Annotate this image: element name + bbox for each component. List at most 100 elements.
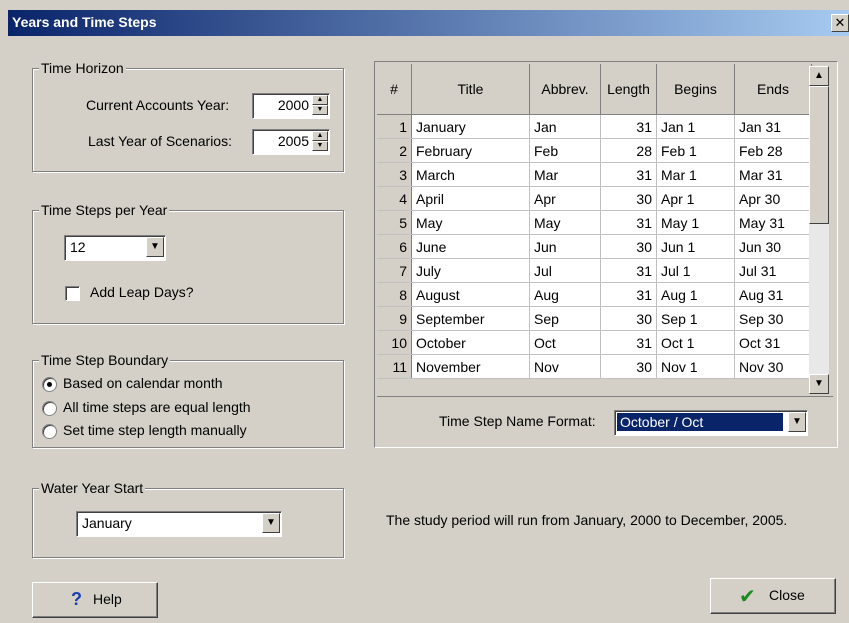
table-cell[interactable]: 3 [377,162,412,187]
table-cell[interactable]: 30 [600,234,657,259]
table-row[interactable]: 9 September Sep 30 Sep 1 Sep 30 [377,306,812,331]
table-cell[interactable]: Nov 1 [656,354,735,379]
table-cell[interactable]: Jun 30 [734,234,812,259]
table-cell[interactable]: 30 [600,186,657,211]
name-format-select[interactable]: October / Oct ▼ [614,410,808,436]
table-cell[interactable]: 2 [377,138,412,163]
table-cell[interactable]: April [411,186,530,211]
spin-down-icon[interactable]: ▼ [312,141,328,151]
table-row[interactable]: 2 February Feb 28 Feb 1 Feb 28 [377,138,812,163]
table-cell[interactable]: 11 [377,354,412,379]
add-leap-days-checkbox[interactable] [65,286,80,301]
table-cell[interactable]: 6 [377,234,412,259]
table-row[interactable]: 8 August Aug 31 Aug 1 Aug 31 [377,282,812,307]
spin-up-icon[interactable]: ▲ [312,131,328,141]
close-window-button[interactable]: ✕ [831,14,849,32]
column-header[interactable]: Begins [656,64,735,115]
help-button[interactable]: ? Help [32,582,158,618]
table-cell[interactable]: 31 [600,114,657,139]
table-cell[interactable]: Jan 1 [656,114,735,139]
table-cell[interactable]: 30 [600,354,657,379]
table-cell[interactable]: Apr 30 [734,186,812,211]
table-cell[interactable]: 5 [377,210,412,235]
table-cell[interactable]: Oct 31 [734,330,812,355]
chevron-down-icon[interactable]: ▼ [146,237,164,257]
table-cell[interactable]: September [411,306,530,331]
table-cell[interactable]: May [529,210,601,235]
table-cell[interactable]: Mar 31 [734,162,812,187]
table-cell[interactable]: Aug [529,282,601,307]
table-cell[interactable]: March [411,162,530,187]
radio-calendar-month[interactable] [42,377,57,392]
chevron-down-icon[interactable]: ▼ [788,412,806,432]
table-cell[interactable]: Jan [529,114,601,139]
table-cell[interactable]: Aug 31 [734,282,812,307]
table-cell[interactable]: July [411,258,530,283]
table-cell[interactable]: Sep 30 [734,306,812,331]
table-cell[interactable]: Apr 1 [656,186,735,211]
column-header[interactable]: Abbrev. [529,64,601,115]
table-cell[interactable]: 7 [377,258,412,283]
water-year-select[interactable]: January ▼ [76,511,282,537]
spin-up-icon[interactable]: ▲ [312,95,328,105]
table-cell[interactable]: 4 [377,186,412,211]
scroll-thumb[interactable] [809,86,829,224]
time-steps-select[interactable]: 12 ▼ [64,235,166,261]
table-cell[interactable]: June [411,234,530,259]
table-cell[interactable]: January [411,114,530,139]
table-cell[interactable]: Jun 1 [656,234,735,259]
table-cell[interactable]: November [411,354,530,379]
table-cell[interactable]: Sep 1 [656,306,735,331]
table-cell[interactable]: Jul [529,258,601,283]
table-row[interactable]: 10 October Oct 31 Oct 1 Oct 31 [377,330,812,355]
table-cell[interactable]: Mar [529,162,601,187]
table-cell[interactable]: 31 [600,282,657,307]
table-cell[interactable]: 30 [600,306,657,331]
table-cell[interactable]: 28 [600,138,657,163]
table-cell[interactable]: Mar 1 [656,162,735,187]
table-cell[interactable]: 31 [600,210,657,235]
column-header[interactable]: Title [411,64,530,115]
table-cell[interactable]: Jan 31 [734,114,812,139]
table-cell[interactable]: May [411,210,530,235]
table-row[interactable]: 7 July Jul 31 Jul 1 Jul 31 [377,258,812,283]
table-cell[interactable]: Feb 28 [734,138,812,163]
table-cell[interactable]: Jun [529,234,601,259]
table-row[interactable]: 4 April Apr 30 Apr 1 Apr 30 [377,186,812,211]
table-cell[interactable]: Feb 1 [656,138,735,163]
close-button[interactable]: ✔ Close [710,578,836,614]
column-header[interactable]: # [377,64,412,115]
table-cell[interactable]: Apr [529,186,601,211]
column-header[interactable]: Length [600,64,657,115]
spin-down-icon[interactable]: ▼ [312,105,328,115]
table-cell[interactable]: Sep [529,306,601,331]
table-row[interactable]: 3 March Mar 31 Mar 1 Mar 31 [377,162,812,187]
vertical-scrollbar[interactable]: ▲ ▼ [809,66,829,394]
table-cell[interactable]: May 1 [656,210,735,235]
table-cell[interactable]: 10 [377,330,412,355]
scroll-up-icon[interactable]: ▲ [809,66,829,86]
radio-manual-length[interactable] [42,424,57,439]
scroll-down-icon[interactable]: ▼ [809,374,829,394]
table-cell[interactable]: Nov [529,354,601,379]
table-cell[interactable]: Feb [529,138,601,163]
current-accounts-year-spinner[interactable]: 2000 ▲ ▼ [252,93,330,119]
column-header[interactable]: Ends [734,64,812,115]
chevron-down-icon[interactable]: ▼ [262,513,280,533]
table-row[interactable]: 6 June Jun 30 Jun 1 Jun 30 [377,234,812,259]
table-cell[interactable]: 31 [600,162,657,187]
table-cell[interactable]: August [411,282,530,307]
table-row[interactable]: 5 May May 31 May 1 May 31 [377,210,812,235]
table-cell[interactable]: 8 [377,282,412,307]
table-cell[interactable]: 9 [377,306,412,331]
table-cell[interactable]: Jul 31 [734,258,812,283]
table-cell[interactable]: 31 [600,258,657,283]
table-cell[interactable]: Oct [529,330,601,355]
table-cell[interactable]: Oct 1 [656,330,735,355]
table-cell[interactable]: February [411,138,530,163]
last-year-spinner[interactable]: 2005 ▲ ▼ [252,129,330,155]
table-cell[interactable]: 31 [600,330,657,355]
table-cell[interactable]: October [411,330,530,355]
table-row[interactable]: 11 November Nov 30 Nov 1 Nov 30 [377,354,812,379]
radio-equal-length[interactable] [42,401,57,416]
